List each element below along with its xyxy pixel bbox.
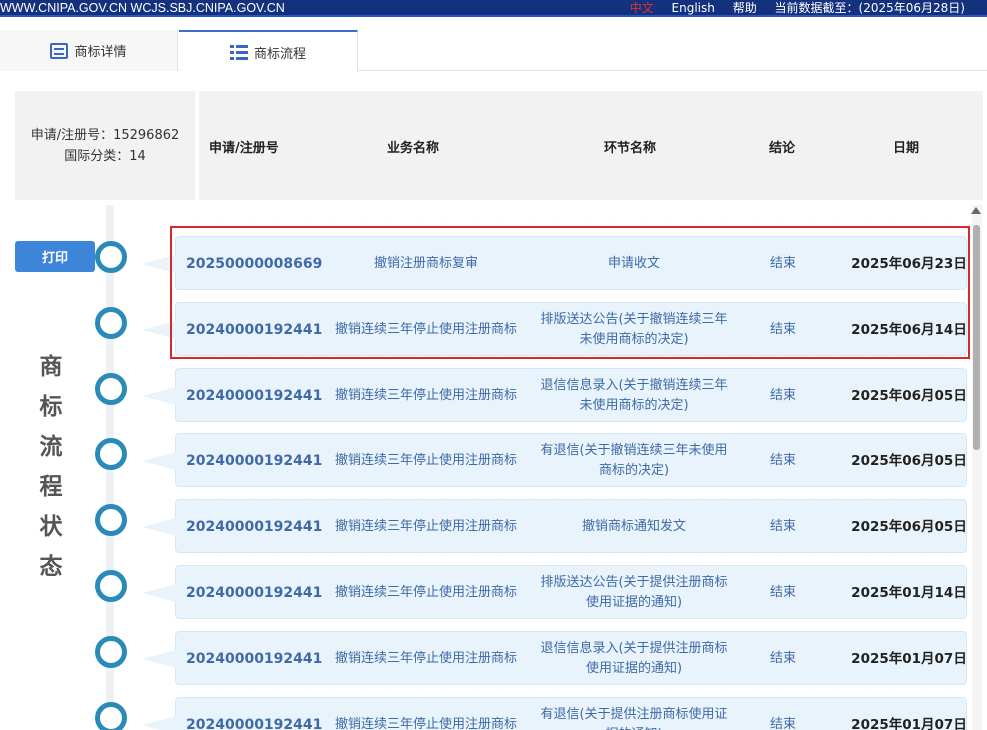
table-row: 20240000192441 撤销连续三年停止使用注册商标 有退信(关于撤销连续三年… bbox=[142, 433, 967, 488]
side-title-char: 程 bbox=[39, 474, 63, 500]
header-reg-no: 申请/注册号 bbox=[209, 141, 279, 156]
side-title-char: 标 bbox=[39, 394, 63, 420]
side-title-char: 状 bbox=[39, 514, 63, 540]
row-result: 结束 bbox=[769, 453, 796, 468]
row-business: 撤销连续三年停止使用注册商标 bbox=[334, 585, 517, 600]
timeline-node-icon bbox=[95, 570, 127, 602]
row-pointer bbox=[142, 584, 176, 602]
row-pointer bbox=[142, 650, 176, 668]
row-step: 退信信息录入(关于提供注册商标使用证据的通知) bbox=[540, 641, 728, 676]
row-business: 撤销注册商标复审 bbox=[373, 256, 478, 271]
row-date: 2025年01月14日 bbox=[851, 585, 967, 601]
registration-number: 申请/注册号：15296862 bbox=[30, 128, 180, 143]
lang-zh-link[interactable]: 中文 bbox=[630, 1, 654, 15]
help-link[interactable]: 帮助 bbox=[733, 1, 757, 15]
tab-trademark-process[interactable]: 商标流程 bbox=[179, 30, 358, 72]
table-row: 20240000192441 撤销连续三年停止使用注册商标 有退信(关于提供注册商标… bbox=[142, 697, 967, 730]
side-title-char: 流 bbox=[39, 434, 63, 460]
row-date: 2025年01月07日 bbox=[851, 717, 967, 730]
row-date: 2025年06月14日 bbox=[851, 322, 967, 338]
trademark-info-box: 申请/注册号：15296862 国际分类：14 bbox=[15, 91, 195, 200]
row-reg-no[interactable]: 20240000192441 bbox=[186, 500, 336, 554]
site-domains: WWW.CNIPA.GOV.CN WCJS.SBJ.CNIPA.GOV.CN bbox=[0, 1, 285, 15]
row-business: 撤销连续三年停止使用注册商标 bbox=[334, 453, 517, 468]
table-row: 20250000008669 撤销注册商标复审 申请收文 结束 2025年06月23日 bbox=[142, 236, 967, 291]
table-row: 20240000192441 撤销连续三年停止使用注册商标 退信信息录入(关于提供注… bbox=[142, 631, 967, 686]
header-result: 结论 bbox=[769, 141, 796, 156]
data-cutoff-text: 当前数据截至：(2025年06月28日) bbox=[774, 1, 965, 15]
row-business: 撤销连续三年停止使用注册商标 bbox=[334, 519, 517, 534]
row-pointer bbox=[142, 321, 176, 339]
side-title-char: 商 bbox=[39, 354, 63, 380]
scroll-up-arrow-icon[interactable] bbox=[971, 207, 981, 214]
timeline-node-icon bbox=[95, 307, 127, 339]
print-button[interactable]: 打印 bbox=[15, 241, 95, 272]
row-business: 撤销连续三年停止使用注册商标 bbox=[334, 717, 517, 730]
row-reg-no[interactable]: 20240000192441 bbox=[186, 632, 336, 686]
timeline-node-icon bbox=[95, 241, 127, 273]
row-step: 有退信(关于撤销连续三年未使用商标的决定) bbox=[540, 443, 728, 478]
row-reg-no[interactable]: 20240000192441 bbox=[186, 698, 336, 730]
row-pointer bbox=[142, 387, 176, 405]
table-row: 20240000192441 撤销连续三年停止使用注册商标 排版送达公告(关于提供注… bbox=[142, 565, 967, 620]
timeline-node-icon bbox=[95, 438, 127, 470]
tab-bar: 商标详情 商标流程 bbox=[0, 30, 987, 72]
row-reg-no[interactable]: 20240000192441 bbox=[186, 434, 336, 488]
row-result: 结束 bbox=[769, 256, 796, 271]
row-reg-no[interactable]: 20250000008669 bbox=[186, 237, 336, 291]
list-icon bbox=[229, 44, 248, 60]
process-status-title: 商 标 流 程 状 态 bbox=[38, 347, 64, 587]
tab-trademark-details[interactable]: 商标详情 bbox=[0, 30, 178, 71]
row-result: 结束 bbox=[769, 585, 796, 600]
row-step: 退信信息录入(关于撤销连续三年未使用商标的决定) bbox=[540, 378, 728, 413]
row-result: 结束 bbox=[769, 388, 796, 403]
document-icon bbox=[50, 42, 69, 59]
row-pointer bbox=[142, 452, 176, 470]
row-business: 撤销连续三年停止使用注册商标 bbox=[334, 651, 517, 666]
top-bar-right: 中文 English 帮助 当前数据截至：(2025年06月28日) bbox=[616, 0, 965, 16]
row-result: 结束 bbox=[769, 322, 796, 337]
row-date: 2025年06月23日 bbox=[851, 256, 967, 272]
row-step: 撤销商标通知发文 bbox=[581, 519, 686, 534]
row-date: 2025年01月07日 bbox=[851, 651, 967, 667]
table-row: 20240000192441 撤销连续三年停止使用注册商标 撤销商标通知发文 结束 20… bbox=[142, 499, 967, 554]
tab-label: 商标流程 bbox=[253, 46, 306, 62]
row-result: 结束 bbox=[769, 651, 796, 666]
timeline-node-icon bbox=[95, 373, 127, 405]
header-business: 业务名称 bbox=[387, 141, 440, 156]
row-pointer bbox=[142, 255, 176, 273]
table-header: 申请/注册号 业务名称 环节名称 结论 日期 bbox=[199, 91, 983, 200]
lang-en-link[interactable]: English bbox=[672, 1, 715, 15]
row-pointer bbox=[142, 518, 176, 536]
timeline-node-icon bbox=[95, 636, 127, 668]
row-result: 结束 bbox=[769, 519, 796, 534]
table-row: 20240000192441 撤销连续三年停止使用注册商标 退信信息录入(关于撤销连… bbox=[142, 368, 967, 423]
scrollbar-thumb[interactable] bbox=[973, 225, 980, 450]
side-title-char: 态 bbox=[39, 554, 63, 580]
international-class: 国际分类：14 bbox=[64, 149, 146, 164]
row-business: 撤销连续三年停止使用注册商标 bbox=[334, 388, 517, 403]
row-pointer bbox=[142, 716, 176, 730]
table-row: 20240000192441 撤销连续三年停止使用注册商标 排版送达公告(关于撤销连… bbox=[142, 302, 967, 357]
row-step: 申请收文 bbox=[607, 256, 660, 271]
row-date: 2025年06月05日 bbox=[851, 388, 967, 404]
row-reg-no[interactable]: 20240000192441 bbox=[186, 303, 336, 357]
row-date: 2025年06月05日 bbox=[851, 519, 967, 535]
row-reg-no[interactable]: 20240000192441 bbox=[186, 369, 336, 423]
row-reg-no[interactable]: 20240000192441 bbox=[186, 566, 336, 620]
timeline-node-icon bbox=[95, 504, 127, 536]
row-result: 结束 bbox=[769, 717, 796, 730]
header-date: 日期 bbox=[893, 141, 920, 156]
row-date: 2025年06月05日 bbox=[851, 453, 967, 469]
row-step: 排版送达公告(关于撤销连续三年未使用商标的决定) bbox=[540, 312, 728, 347]
timeline-node-icon bbox=[95, 702, 127, 730]
tab-label: 商标详情 bbox=[74, 45, 127, 60]
header-step: 环节名称 bbox=[604, 141, 657, 156]
row-step: 排版送达公告(关于提供注册商标使用证据的通知) bbox=[540, 575, 728, 610]
row-step: 有退信(关于提供注册商标使用证据的通知) bbox=[540, 707, 728, 730]
top-bar: WWW.CNIPA.GOV.CN WCJS.SBJ.CNIPA.GOV.CN 中… bbox=[0, 0, 987, 17]
row-business: 撤销连续三年停止使用注册商标 bbox=[334, 322, 517, 337]
